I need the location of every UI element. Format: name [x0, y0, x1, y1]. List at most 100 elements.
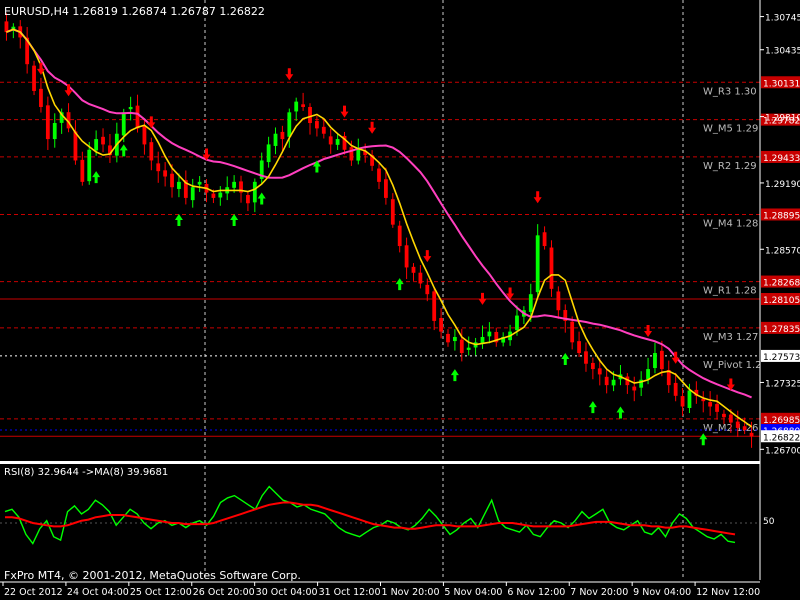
candle-body: [273, 133, 278, 146]
candle-body: [425, 284, 430, 295]
candle-body: [549, 247, 554, 289]
price-tick-label: 1.29190: [765, 180, 800, 190]
candle-body: [294, 101, 299, 112]
candle-body: [349, 147, 354, 161]
candle-body: [577, 341, 581, 354]
candle-body: [39, 88, 43, 107]
time-tick-label: 1 Nov 20:00: [382, 587, 440, 598]
level-label-w-m5: W_M5 1.29: [703, 124, 758, 135]
candle-body: [170, 173, 174, 188]
price-tick-label: 1.26700: [765, 446, 800, 456]
candle-body: [287, 112, 292, 137]
candle-body: [659, 350, 664, 370]
time-tick-label: 31 Oct 12:00: [319, 587, 381, 598]
candle-body: [397, 225, 402, 247]
candle-body: [94, 139, 99, 151]
candle-body: [128, 106, 133, 110]
price-box-label: 1.27835: [763, 325, 800, 335]
candle-body: [149, 142, 154, 161]
candle-body: [673, 382, 678, 396]
candle-body: [190, 187, 195, 201]
candle-body: [570, 321, 575, 343]
candle-body: [459, 339, 464, 354]
rsi-tick-50: 50: [763, 517, 775, 527]
rsi-header: RSI(8) 32.9644 ->MA(8) 39.9681: [4, 467, 168, 478]
candle-body: [687, 390, 692, 408]
candle-body: [418, 272, 423, 284]
candle-body: [280, 131, 285, 140]
candle-body: [680, 396, 685, 407]
time-tick-label: 5 Nov 04:00: [444, 587, 502, 598]
candle-body: [466, 347, 471, 350]
candle-body: [335, 139, 340, 145]
candle-body: [45, 105, 50, 140]
level-label-w-m3: W_M3 1.27: [703, 332, 758, 343]
candle-body: [646, 369, 650, 380]
candle-body: [446, 333, 450, 343]
candle-body: [87, 149, 92, 182]
candle-body: [356, 149, 361, 161]
candle-body: [556, 291, 561, 311]
price-tick-label: 1.30745: [765, 14, 800, 24]
time-tick-label: 26 Oct 20:00: [193, 587, 255, 598]
candle-body: [218, 192, 223, 198]
candle-body: [377, 168, 381, 182]
candle-body: [653, 353, 657, 369]
price-tick-label: 1.28570: [765, 246, 800, 256]
candle-body: [749, 432, 754, 437]
time-tick-label: 9 Nov 04:00: [633, 587, 691, 598]
candle-body: [708, 402, 713, 407]
time-tick-label: 25 Oct 12:00: [130, 587, 192, 598]
candle-body: [135, 105, 140, 129]
candle-body: [480, 336, 485, 343]
candle-body: [73, 131, 78, 161]
candle-body: [632, 386, 637, 391]
price-tick-label: 1.27325: [765, 379, 800, 389]
candle-body: [308, 106, 312, 124]
price-box-label: 1.27573: [763, 353, 800, 363]
candle-body: [121, 112, 126, 136]
price-box-label: 1.26822: [763, 433, 800, 443]
candle-body: [384, 179, 388, 198]
candle-body: [604, 376, 609, 386]
candle-body: [142, 126, 147, 145]
candle-body: [432, 291, 437, 321]
price-tick-label: 1.30435: [765, 47, 800, 57]
level-label-w-r2: W_R2 1.29: [703, 161, 757, 172]
candle-body: [535, 235, 540, 293]
candle-body: [528, 294, 533, 312]
candle-body: [80, 159, 85, 182]
chart-window: W_R3 1.30 W_M5 1.29 W_R2 1.29 W_M4 1.28 W_R1…: [0, 0, 800, 600]
candle-body: [404, 245, 409, 268]
price-box-label: 1.28268: [763, 279, 800, 289]
price-box-label: 1.28895: [763, 211, 800, 221]
candle-body: [722, 413, 726, 418]
panel-separator[interactable]: [0, 461, 760, 464]
time-tick-label: 30 Oct 04:00: [256, 587, 318, 598]
price-box-label: 1.30131: [763, 79, 800, 89]
candle-body: [590, 362, 595, 370]
candle-body: [301, 104, 306, 107]
candle-body: [211, 193, 216, 198]
candle-body: [328, 136, 333, 145]
candle-body: [584, 351, 588, 364]
level-label-w-r1: W_R1 1.28: [703, 286, 757, 297]
candle-body: [163, 170, 168, 177]
candle-body: [246, 195, 250, 204]
level-label-w-r3: W_R3 1.30: [703, 86, 757, 97]
candle-body: [487, 331, 492, 337]
candle-body: [597, 368, 602, 375]
candle-body: [715, 404, 719, 412]
candle-body: [101, 136, 105, 145]
candle-body: [252, 181, 257, 203]
candle-body: [411, 266, 416, 273]
time-tick-label: 22 Oct 2012: [4, 587, 63, 598]
price-tick-label: 1.29810: [765, 114, 800, 124]
candle-body: [266, 144, 271, 163]
time-tick-label: 6 Nov 12:00: [507, 587, 565, 598]
candle-body: [439, 318, 443, 332]
candle-body: [197, 181, 202, 185]
candle-body: [542, 232, 547, 247]
candle-body: [232, 181, 237, 188]
level-label-w-m4: W_M4 1.28: [703, 218, 758, 229]
